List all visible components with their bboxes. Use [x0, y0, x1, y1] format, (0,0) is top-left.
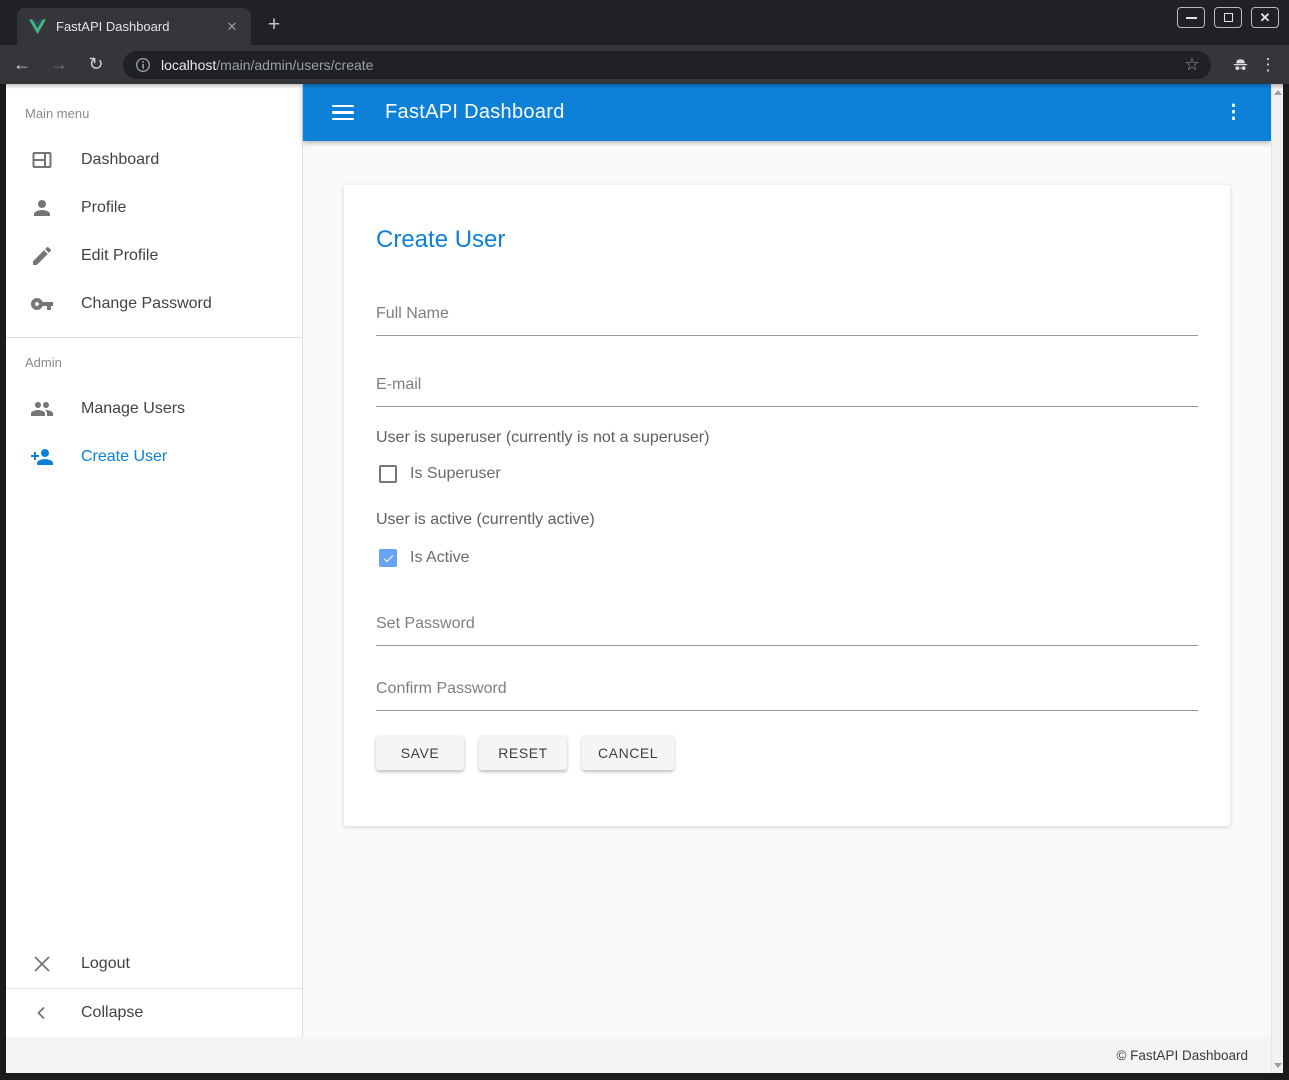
- tab-title: FastAPI Dashboard: [56, 19, 223, 34]
- main-menu-list: Dashboard Profile Edit Profile: [6, 136, 302, 328]
- person-icon: [30, 196, 54, 220]
- is-superuser-checkbox-row[interactable]: Is Superuser: [376, 465, 1198, 483]
- sidebar-item-manage-users[interactable]: Manage Users: [6, 385, 302, 433]
- checkbox-checked-icon[interactable]: [379, 549, 397, 567]
- vue-logo-icon: [29, 18, 46, 35]
- page-title: Create User: [376, 227, 1198, 253]
- maximize-button[interactable]: [1214, 7, 1242, 28]
- browser-toolbar: ← → ↻ localhost/main/admin/users/create …: [0, 45, 1289, 84]
- hamburger-menu-icon[interactable]: [332, 101, 354, 125]
- page-footer: © FastAPI Dashboard: [6, 1037, 1271, 1073]
- reload-icon[interactable]: ↻: [81, 54, 111, 75]
- forward-icon[interactable]: →: [44, 54, 74, 75]
- bookmark-star-icon[interactable]: ☆: [1179, 55, 1205, 75]
- email-field[interactable]: [376, 372, 1198, 407]
- browser-window: FastAPI Dashboard ✕ + ✕ ← → ↻ localhost/…: [0, 0, 1289, 1080]
- key-icon: [30, 292, 54, 316]
- back-icon[interactable]: ←: [7, 54, 37, 75]
- checkbox-unchecked-icon[interactable]: [379, 465, 397, 483]
- full-name-field[interactable]: [376, 301, 1198, 336]
- group-icon: [30, 397, 54, 421]
- main-area: FastAPI Dashboard ⋮ Create User User is …: [303, 84, 1271, 1037]
- appbar-menu-icon[interactable]: ⋮: [1224, 101, 1243, 124]
- copyright-text: © FastAPI Dashboard: [1116, 1048, 1248, 1063]
- url-text: localhost/main/admin/users/create: [161, 57, 1179, 73]
- appbar-title: FastAPI Dashboard: [385, 101, 565, 124]
- sidebar-item-create-user[interactable]: Create User: [6, 433, 302, 481]
- page-scrollbar[interactable]: [1271, 84, 1283, 1073]
- admin-section-label: Admin: [25, 355, 302, 370]
- sidebar-item-dashboard[interactable]: Dashboard: [6, 136, 302, 184]
- confirm-password-field[interactable]: [376, 676, 1198, 711]
- admin-menu-list: Manage Users Create User: [6, 385, 302, 481]
- sidebar-item-label: Create User: [81, 448, 167, 466]
- sidebar-item-change-password[interactable]: Change Password: [6, 280, 302, 328]
- chevron-left-icon: [30, 1001, 54, 1025]
- main-menu-section-label: Main menu: [25, 106, 302, 121]
- scroll-up-icon[interactable]: [1272, 86, 1284, 98]
- sidebar-item-edit-profile[interactable]: Edit Profile: [6, 232, 302, 280]
- window-close-button[interactable]: ✕: [1251, 7, 1279, 28]
- toolbar-right: ⋮: [1225, 53, 1281, 77]
- tab-strip: FastAPI Dashboard ✕ + ✕: [0, 0, 1289, 45]
- minimize-button[interactable]: [1177, 7, 1205, 28]
- is-superuser-label: Is Superuser: [410, 465, 501, 483]
- browser-tab[interactable]: FastAPI Dashboard ✕: [17, 8, 251, 45]
- person-add-icon: [30, 445, 54, 469]
- create-user-card: Create User User is superuser (currently…: [344, 185, 1230, 826]
- url-host: localhost: [161, 57, 216, 73]
- sidebar-item-collapse[interactable]: Collapse: [6, 989, 302, 1037]
- close-x-icon: [30, 952, 54, 976]
- sidebar-bottom: Logout Collapse: [6, 940, 302, 1037]
- form-buttons: SAVE RESET CANCEL: [376, 735, 1198, 770]
- scroll-down-icon[interactable]: [1272, 1059, 1284, 1071]
- sidebar-item-label: Change Password: [81, 295, 212, 313]
- save-button[interactable]: SAVE: [376, 735, 464, 770]
- incognito-icon: [1225, 53, 1255, 77]
- sidebar-item-label: Dashboard: [81, 151, 159, 169]
- site-info-icon[interactable]: [135, 57, 151, 73]
- app-bar: FastAPI Dashboard ⋮: [303, 84, 1271, 141]
- sidebar-item-profile[interactable]: Profile: [6, 184, 302, 232]
- is-active-label: Is Active: [410, 549, 470, 567]
- is-active-checkbox-row[interactable]: Is Active: [376, 549, 1198, 567]
- sidebar-item-label: Collapse: [81, 1004, 143, 1022]
- window-controls: ✕: [1177, 7, 1279, 28]
- superuser-hint: User is superuser (currently is not a su…: [376, 429, 1198, 447]
- new-tab-button[interactable]: +: [260, 12, 288, 40]
- pencil-icon: [30, 244, 54, 268]
- url-path: /main/admin/users/create: [216, 57, 373, 73]
- sidebar: Main menu Dashboard Profile: [6, 84, 303, 1037]
- dashboard-icon: [30, 148, 54, 172]
- content-area: Create User User is superuser (currently…: [303, 141, 1271, 1037]
- sidebar-item-label: Logout: [81, 955, 130, 973]
- browser-menu-icon[interactable]: ⋮: [1255, 55, 1281, 75]
- reset-button[interactable]: RESET: [479, 735, 567, 770]
- sidebar-divider: [6, 337, 302, 338]
- page: Main menu Dashboard Profile: [6, 84, 1283, 1073]
- cancel-button[interactable]: CANCEL: [582, 735, 674, 770]
- active-hint: User is active (currently active): [376, 511, 1198, 529]
- sidebar-item-label: Manage Users: [81, 400, 185, 418]
- set-password-field[interactable]: [376, 611, 1198, 646]
- address-bar[interactable]: localhost/main/admin/users/create ☆: [123, 51, 1211, 79]
- tab-close-icon[interactable]: ✕: [223, 18, 241, 36]
- sidebar-item-label: Edit Profile: [81, 247, 158, 265]
- sidebar-item-logout[interactable]: Logout: [6, 940, 302, 988]
- sidebar-item-label: Profile: [81, 199, 126, 217]
